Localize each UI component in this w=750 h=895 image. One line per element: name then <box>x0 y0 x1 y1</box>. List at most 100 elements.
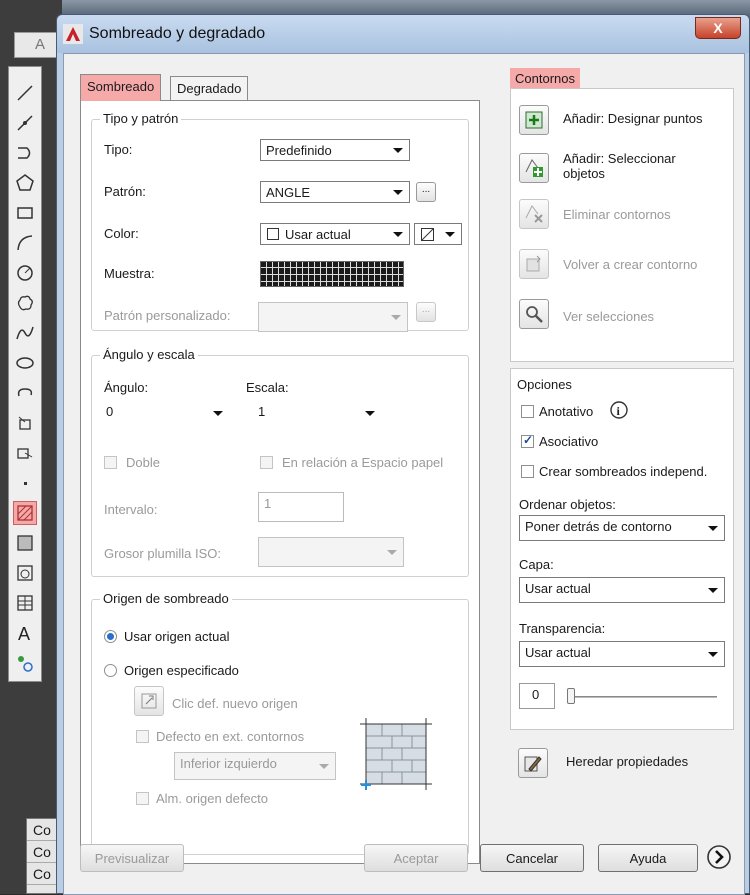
type-select[interactable]: Predefinido <box>260 139 410 161</box>
click-set-origin-button[interactable] <box>134 686 164 716</box>
polygon-tool[interactable] <box>13 171 37 195</box>
type-label: Tipo: <box>104 142 133 157</box>
ellipse-tool[interactable] <box>13 351 37 375</box>
default-extents-checkbox[interactable] <box>136 730 149 743</box>
iso-pen-width-label: Grosor plumilla ISO: <box>104 546 222 561</box>
chevron-down-icon <box>387 550 397 555</box>
pattern-group: Tipo y patrón Tipo: Predefinido Patrón: … <box>91 111 469 332</box>
use-current-origin-radio[interactable] <box>104 630 117 643</box>
double-checkbox[interactable] <box>104 456 117 469</box>
options-panel: Opciones Anotativo i Asociativo Crear so… <box>510 368 734 730</box>
more-options-icon[interactable] <box>706 844 732 870</box>
polyline-tool[interactable] <box>13 141 37 165</box>
recreate-boundary-button[interactable] <box>519 249 549 279</box>
origin-position-select[interactable]: Inferior izquierdo <box>174 752 336 780</box>
scale-select[interactable]: 1 <box>252 400 382 422</box>
close-icon: X <box>713 20 723 36</box>
transparency-amount-input[interactable]: 0 <box>519 683 555 709</box>
interval-label: Intervalo: <box>104 502 158 517</box>
multiline-text-tool[interactable]: A <box>13 621 37 645</box>
tab-sombreado[interactable]: Sombreado <box>80 74 162 101</box>
arc-icon <box>17 235 33 251</box>
chevron-down-icon <box>393 232 403 237</box>
recreate-boundary-icon <box>526 255 541 272</box>
pattern-label: Patrón: <box>104 184 146 199</box>
line-tool[interactable] <box>13 81 37 105</box>
draw-order-value: Poner detrás de contorno <box>525 519 672 534</box>
color-select-value: Usar actual <box>285 227 351 242</box>
add-pick-points-button[interactable] <box>519 105 549 135</box>
background-color-select[interactable] <box>414 223 462 245</box>
rectangle-tool[interactable] <box>13 201 37 225</box>
paper-space-checkbox[interactable] <box>260 456 273 469</box>
make-block-tool[interactable] <box>13 441 37 465</box>
double-label: Doble <box>126 455 160 470</box>
origin-preview-icon <box>360 718 432 790</box>
command-input[interactable]: A <box>14 32 62 58</box>
iso-pen-width-select[interactable] <box>258 537 404 567</box>
spline-icon <box>16 326 34 340</box>
angle-label: Ángulo: <box>104 380 149 395</box>
store-default-origin-checkbox[interactable] <box>136 792 149 805</box>
independent-hatches-checkbox[interactable] <box>521 465 534 478</box>
autocad-app-icon <box>63 24 83 44</box>
layer-select[interactable]: Usar actual <box>519 577 725 603</box>
info-icon[interactable]: i <box>609 400 629 420</box>
ellipse-arc-tool[interactable] <box>13 381 37 405</box>
table-icon <box>17 595 33 611</box>
construction-line-icon <box>17 115 33 131</box>
origin-group: Origen de sombreado Usar origen actual O… <box>91 591 469 855</box>
specified-origin-radio[interactable] <box>104 664 117 677</box>
chevron-down-icon <box>365 411 375 416</box>
add-selected-tool[interactable] <box>13 651 37 675</box>
circle-icon <box>17 265 33 281</box>
tab-degradado[interactable]: Degradado <box>170 76 249 100</box>
preview-button[interactable]: Previsualizar <box>80 844 184 872</box>
inherit-properties-button[interactable] <box>518 748 548 778</box>
color-select[interactable]: Usar actual <box>260 223 410 245</box>
point-tool[interactable] <box>13 471 37 495</box>
spline-tool[interactable] <box>13 321 37 345</box>
remove-boundaries-icon <box>525 205 543 223</box>
independent-hatches-label: Crear sombreados independ. <box>539 464 708 479</box>
pattern-browse-button[interactable]: ... <box>416 182 436 202</box>
transparency-slider-thumb[interactable] <box>567 688 575 704</box>
associative-checkbox[interactable] <box>521 433 534 448</box>
construction-line-tool[interactable] <box>13 111 37 135</box>
circle-tool[interactable] <box>13 261 37 285</box>
custom-pattern-select[interactable] <box>258 302 408 332</box>
hatch-tool[interactable] <box>13 501 37 525</box>
pattern-sample-swatch[interactable] <box>260 261 404 287</box>
chevron-down-icon <box>319 764 329 769</box>
close-button[interactable]: X <box>695 17 741 39</box>
annotative-checkbox[interactable] <box>521 405 534 418</box>
angle-select[interactable]: 0 <box>100 400 230 422</box>
remove-boundaries-button[interactable] <box>519 199 549 229</box>
table-tool[interactable] <box>13 591 37 615</box>
type-select-value: Predefinido <box>266 143 332 158</box>
add-select-objects-button[interactable] <box>519 153 549 183</box>
transparency-select[interactable]: Usar actual <box>519 641 725 667</box>
custom-pattern-browse-button[interactable]: ... <box>416 302 436 322</box>
ellipse-arc-icon <box>17 388 33 397</box>
ok-button[interactable]: Aceptar <box>364 844 468 872</box>
interval-input[interactable]: 1 <box>258 492 344 522</box>
revcloud-tool[interactable] <box>13 291 37 315</box>
custom-pattern-label: Patrón personalizado: <box>104 308 231 323</box>
arc-tool[interactable] <box>13 231 37 255</box>
view-selections-button[interactable] <box>519 299 549 329</box>
gradient-tool[interactable] <box>13 531 37 555</box>
transparency-slider-track[interactable] <box>567 696 717 698</box>
boundaries-section-title: Contornos <box>510 68 580 89</box>
scale-select-value: 1 <box>258 404 266 419</box>
pattern-select[interactable]: ANGLE <box>260 181 410 203</box>
cancel-button[interactable]: Cancelar <box>480 844 584 872</box>
draw-order-select[interactable]: Poner detrás de contorno <box>519 515 725 541</box>
origin-position-value: Inferior izquierdo <box>180 756 277 771</box>
region-tool[interactable] <box>13 561 37 585</box>
dialog-body: Sombreado Degradado Tipo y patrón Tipo: … <box>63 53 745 895</box>
dialog-titlebar[interactable]: Sombreado y degradado X <box>57 15 749 53</box>
chevron-down-icon <box>445 232 455 237</box>
insert-block-tool[interactable] <box>13 411 37 435</box>
help-button[interactable]: Ayuda <box>598 844 698 872</box>
